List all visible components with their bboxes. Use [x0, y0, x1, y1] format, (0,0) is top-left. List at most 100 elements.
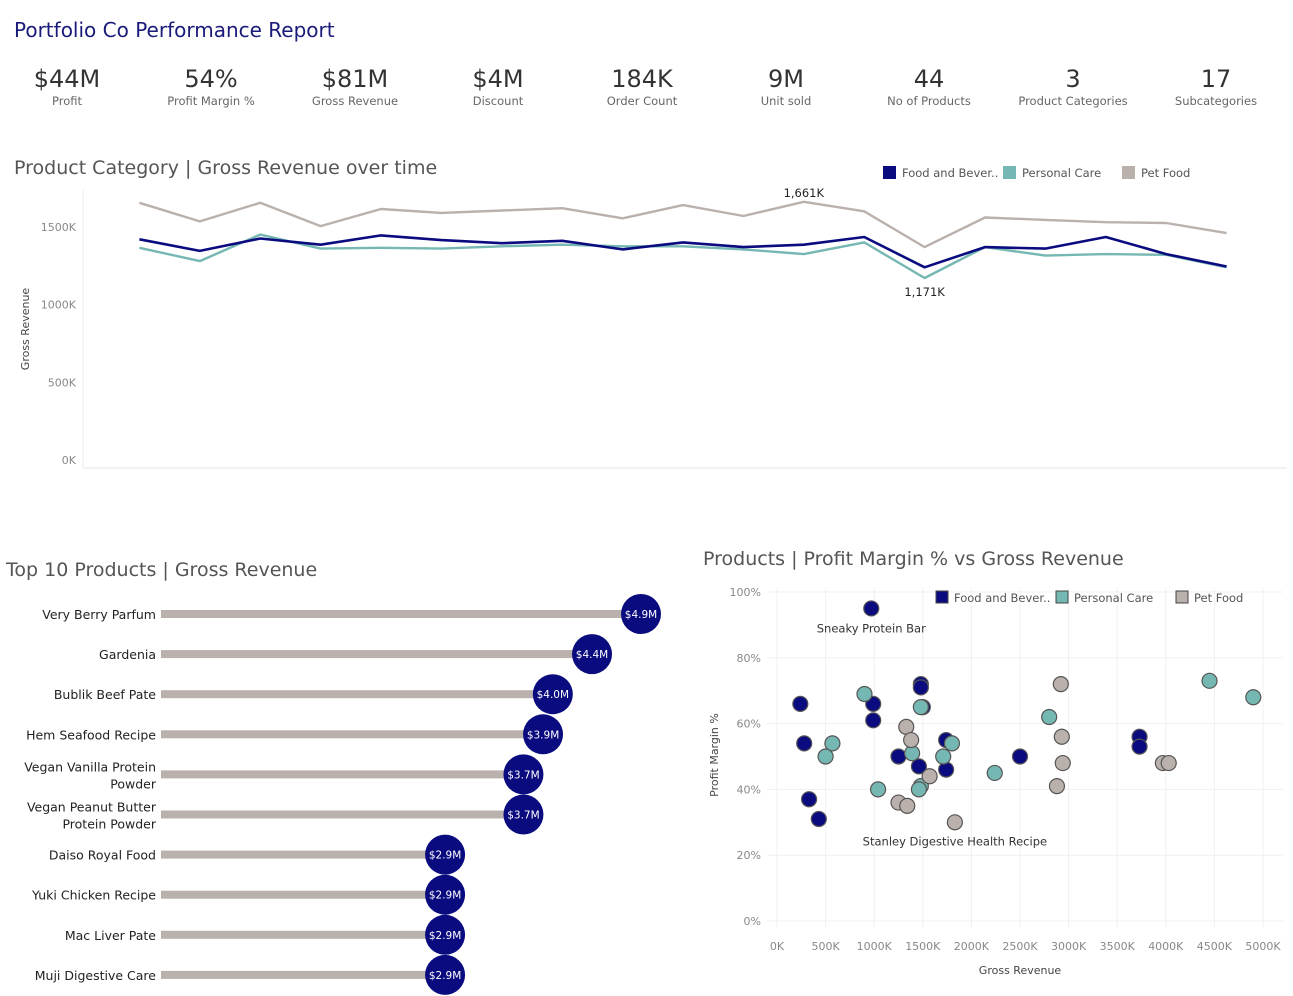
- data-label: 1,661K: [784, 186, 825, 200]
- scatter-point: [1048, 778, 1066, 795]
- kpi-card: 9M Unit sold: [716, 64, 856, 108]
- scatter-point: [796, 735, 813, 752]
- bar-chart: $4.9M Very Berry Parfum $4.4M Gardenia $4.0M…: [24, 594, 661, 995]
- category-label: Hem Seafood Recipe: [26, 727, 156, 742]
- y-axis-title: Profit Margin %: [708, 713, 721, 797]
- kpi-card: 184K Order Count: [572, 64, 712, 108]
- x-tick-label: 2500K: [1002, 940, 1038, 953]
- kpi-card: 3 Product Categories: [1003, 64, 1143, 108]
- kpi-card: $44M Profit: [0, 64, 137, 108]
- scatter-point: [1131, 738, 1148, 755]
- category-label: Yuki Chicken Recipe: [31, 888, 156, 903]
- y-tick-label: 1500K: [41, 221, 77, 234]
- category-label: Very Berry Parfum: [42, 607, 156, 622]
- bar-value-label: $2.9M: [429, 850, 461, 862]
- bar: [161, 930, 446, 939]
- scatter-point: [910, 781, 928, 798]
- series-line-pet-food: [139, 200, 1227, 249]
- scatter-point: [890, 748, 907, 765]
- kpi-label: Product Categories: [1018, 94, 1128, 108]
- kpi-label: Order Count: [606, 94, 678, 108]
- kpi-value: 9M: [768, 65, 804, 93]
- kpi-value: $4M: [472, 65, 524, 93]
- scatter-point: [869, 781, 887, 798]
- legend-label: Food and Bever..: [954, 591, 1050, 605]
- bar-value-label: $2.9M: [429, 970, 461, 982]
- bar: [161, 770, 524, 779]
- kpi-label: Unit sold: [760, 94, 812, 108]
- kpi-card: $81M Gross Revenue: [285, 64, 425, 108]
- legend-label: Personal Care: [1022, 166, 1101, 180]
- kpi-label: Profit: [52, 94, 82, 108]
- scatter-point: [912, 699, 929, 716]
- kpi-label: Gross Revenue: [311, 94, 399, 108]
- scatter-point: [856, 685, 873, 703]
- scatter-point: [986, 764, 1003, 782]
- kpi-value: 17: [1200, 65, 1232, 93]
- kpi-card: $4M Discount: [428, 64, 568, 108]
- y-tick-label: 80%: [737, 652, 761, 665]
- bar-value-label: $3.7M: [507, 810, 539, 822]
- report-title: Portfolio Co Performance Report: [14, 18, 335, 42]
- scatter-point: [792, 695, 809, 712]
- y-tick-label: 100%: [730, 586, 761, 599]
- scatter-point: [817, 748, 834, 765]
- category-label: Protein Powder: [62, 817, 156, 832]
- bar: [161, 970, 446, 979]
- x-tick-label: 1500K: [905, 940, 941, 953]
- y-axis-title: Gross Revenue: [19, 288, 32, 371]
- scatter-point: [899, 797, 916, 814]
- bar: [161, 730, 544, 739]
- scatter-point: [865, 712, 882, 729]
- scatter-point: [921, 768, 938, 785]
- x-tick-label: 0K: [770, 940, 785, 953]
- bar-value-label: $4.4M: [576, 649, 608, 661]
- scatter-point: [800, 791, 818, 808]
- kpi-value: $81M: [321, 65, 389, 93]
- scatter-point: [1160, 754, 1177, 772]
- scatter-point: [1201, 672, 1218, 689]
- category-label: Muji Digestive Care: [35, 968, 157, 983]
- scatter-point: [938, 761, 955, 778]
- y-tick-label: 0K: [62, 454, 77, 467]
- legend-swatch: [1003, 166, 1016, 179]
- kpi-value: 3: [1065, 65, 1081, 93]
- scatter-point: [1011, 748, 1029, 765]
- x-tick-label: 1000K: [857, 940, 893, 953]
- kpi-value: 44: [913, 65, 945, 93]
- category-label: Powder: [110, 776, 157, 791]
- scatter-point: [1041, 708, 1058, 726]
- kpi-label: Subcategories: [1174, 94, 1258, 108]
- kpi-card: 44 No of Products: [859, 64, 999, 108]
- bar-value-label: $4.9M: [625, 609, 657, 621]
- kpi-value: $44M: [33, 65, 101, 93]
- kpi-card: 17 Subcategories: [1146, 64, 1286, 108]
- bar-value-label: $3.7M: [507, 769, 539, 781]
- y-tick-label: 500K: [48, 376, 77, 389]
- legend-swatch: [1122, 166, 1135, 179]
- category-label: Daiso Royal Food: [49, 848, 156, 863]
- bar: [161, 890, 446, 899]
- legend-swatch: [883, 166, 896, 179]
- category-label: Vegan Peanut Butter: [27, 800, 157, 815]
- legend-label: Pet Food: [1194, 591, 1243, 605]
- x-tick-label: 2000K: [954, 940, 990, 953]
- x-tick-label: 4000K: [1148, 940, 1184, 953]
- y-tick-label: 0%: [744, 915, 761, 928]
- legend-swatch: [1175, 590, 1189, 604]
- bar: [161, 810, 524, 819]
- scatter-chart-title: Products | Profit Margin % vs Gross Reve…: [703, 548, 1124, 570]
- kpi-value: 54%: [184, 65, 238, 93]
- scatter-chart: 0K 500K 1000K 1500K 2000K 2500K 3000K 3500K 4000…: [708, 586, 1283, 977]
- line-chart: 0K500K1000K1500KJanuary 2020March 2020Ma…: [19, 166, 1287, 469]
- scatter-point: [1052, 676, 1069, 693]
- kpi-card: 54% Profit Margin %: [141, 64, 281, 108]
- bar-value-label: $4.0M: [537, 689, 569, 701]
- scatter-point: [1054, 754, 1071, 772]
- bar-value-label: $2.9M: [429, 930, 461, 942]
- scatter-point: [863, 600, 880, 617]
- category-label: Mac Liver Pate: [65, 928, 156, 943]
- legend-label: Food and Bever..: [902, 166, 998, 180]
- x-tick-label: 500K: [811, 940, 840, 953]
- scatter-point: [903, 731, 920, 749]
